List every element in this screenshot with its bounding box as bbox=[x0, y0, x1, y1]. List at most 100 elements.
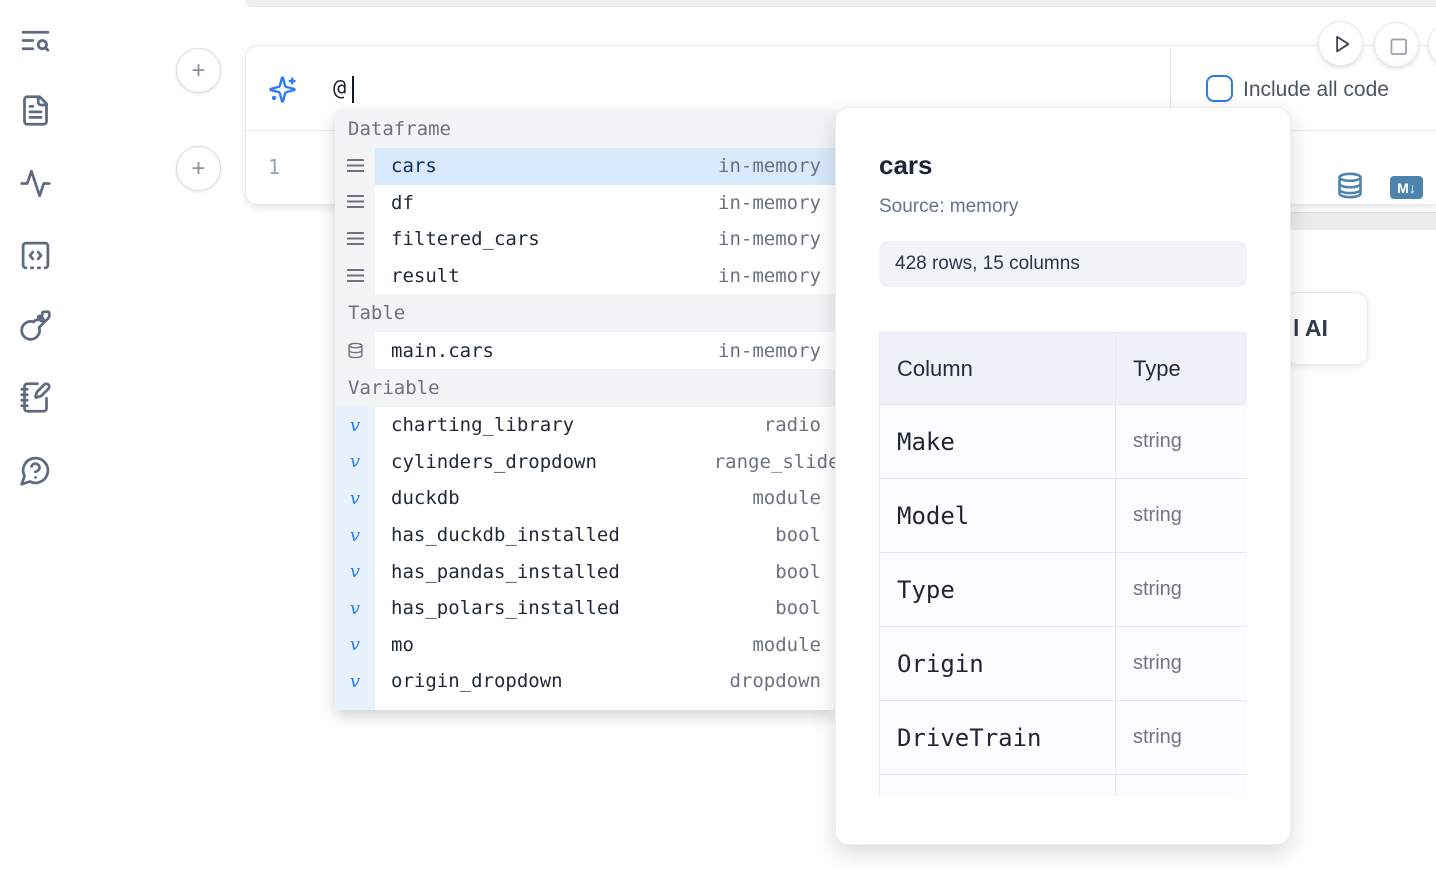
completion-name: main.cars bbox=[391, 340, 494, 362]
completion-item-has-pandas-installed[interactable]: v has_pandas_installed bool bbox=[335, 553, 835, 590]
variable-icon: v bbox=[335, 517, 375, 554]
completion-type: in-memory bbox=[718, 340, 821, 362]
column-type: string bbox=[1116, 405, 1248, 479]
completion-name: cylinders_dropdown bbox=[391, 451, 597, 473]
completion-type: bool bbox=[775, 524, 821, 546]
completion-item-has-duckdb-installed[interactable]: v has_duckdb_installed bool bbox=[335, 517, 835, 554]
completion-type: in-memory bbox=[718, 192, 821, 214]
schema-row: Model string bbox=[880, 479, 1248, 553]
column-type: string bbox=[1116, 701, 1248, 775]
column-name: Origin bbox=[880, 627, 1116, 701]
completion-name: has_pandas_installed bbox=[391, 561, 620, 583]
completion-item-main-cars[interactable]: main.cars in-memory bbox=[335, 332, 835, 369]
completion-type: in-memory bbox=[718, 265, 821, 287]
text-search-icon[interactable] bbox=[19, 24, 52, 57]
completion-type: bool bbox=[775, 561, 821, 583]
column-type: string bbox=[1116, 627, 1248, 701]
completion-name: pd bbox=[391, 707, 414, 710]
completion-item-cylinders-dropdown[interactable]: v cylinders_dropdown range_slider bbox=[335, 444, 835, 481]
file-text-icon[interactable] bbox=[19, 94, 52, 127]
completion-item-has-polars-installed[interactable]: v has_polars_installed bool bbox=[335, 590, 835, 627]
section-header-variable: Variable bbox=[335, 369, 835, 407]
variable-icon: v bbox=[335, 700, 375, 710]
cell-output-strip bbox=[1291, 212, 1436, 230]
run-cell-button[interactable] bbox=[1318, 21, 1363, 66]
dataframe-rows-icon bbox=[335, 258, 375, 295]
completion-item-df[interactable]: df in-memory bbox=[335, 185, 835, 222]
completion-item-filtered-cars[interactable]: filtered_cars in-memory bbox=[335, 221, 835, 258]
schema-row: Make string bbox=[880, 405, 1248, 479]
snippets-code-icon[interactable] bbox=[19, 239, 52, 272]
completion-item-pd[interactable]: v pd module bbox=[335, 700, 835, 710]
add-cell-above-button[interactable]: + bbox=[176, 48, 221, 93]
dataframe-rows-icon bbox=[335, 185, 375, 222]
variable-icon: v bbox=[335, 663, 375, 700]
variable-icon: v bbox=[335, 407, 375, 444]
completion-type: module bbox=[752, 634, 821, 656]
variable-icon: v bbox=[335, 627, 375, 664]
stop-button[interactable] bbox=[1374, 22, 1419, 67]
column-name: Model bbox=[880, 479, 1116, 553]
dataframe-preview-panel: cars Source: memory 428 rows, 15 columns… bbox=[835, 107, 1291, 845]
generate-with-ai-button[interactable]: l AI bbox=[1286, 292, 1368, 365]
column-type: string bbox=[1116, 553, 1248, 627]
completion-name: charting_library bbox=[391, 414, 574, 436]
add-cell-below-button[interactable]: + bbox=[176, 146, 221, 191]
schema-table: Column Type Make string Model string Typ… bbox=[879, 332, 1247, 796]
completion-name: cars bbox=[391, 155, 437, 177]
variable-icon: v bbox=[335, 553, 375, 590]
previous-cell-edge bbox=[245, 0, 1436, 7]
ai-prompt-input[interactable]: @ bbox=[333, 76, 346, 101]
completion-item-duckdb[interactable]: v duckdb module bbox=[335, 480, 835, 517]
type-header: Type bbox=[1116, 333, 1248, 405]
schema-row: Type string bbox=[880, 553, 1248, 627]
line-number: 1 bbox=[268, 155, 280, 179]
database-icon bbox=[335, 332, 375, 369]
preview-source: Source: memory bbox=[879, 196, 1247, 218]
include-all-code-checkbox[interactable] bbox=[1206, 75, 1233, 102]
schema-table-wrap: Column Type Make string Model string Typ… bbox=[879, 332, 1247, 796]
completion-item-origin-dropdown[interactable]: v origin_dropdown dropdown bbox=[335, 663, 835, 700]
completion-type: module bbox=[752, 707, 821, 710]
section-header-dataframe: Dataframe bbox=[335, 110, 835, 148]
generate-with-ai-label: l AI bbox=[1287, 315, 1328, 342]
completion-name: filtered_cars bbox=[391, 228, 540, 250]
activity-icon[interactable] bbox=[19, 167, 52, 200]
markdown-convert-button[interactable]: M↓ bbox=[1390, 176, 1423, 199]
completion-item-mo[interactable]: v mo module bbox=[335, 627, 835, 664]
completion-name: mo bbox=[391, 634, 414, 656]
completion-type: in-memory bbox=[718, 228, 821, 250]
completion-name: has_duckdb_installed bbox=[391, 524, 620, 546]
completion-name: result bbox=[391, 265, 460, 287]
completion-type: range_slider bbox=[714, 451, 835, 473]
schema-header-row: Column Type bbox=[880, 333, 1248, 405]
completion-type: dropdown bbox=[729, 670, 821, 692]
play-icon bbox=[1327, 30, 1354, 57]
autocomplete-popup: Dataframe cars in-memory df in-memory fi… bbox=[335, 110, 835, 710]
preview-title: cars bbox=[879, 150, 1247, 181]
completion-name: has_polars_installed bbox=[391, 597, 620, 619]
section-header-table: Table bbox=[335, 294, 835, 332]
variable-icon: v bbox=[335, 444, 375, 481]
completion-item-result[interactable]: result in-memory bbox=[335, 258, 835, 295]
schema-row: Origin string bbox=[880, 627, 1248, 701]
column-name: DriveTrain bbox=[880, 701, 1116, 775]
completion-name: origin_dropdown bbox=[391, 670, 563, 692]
completion-item-charting-library[interactable]: v charting_library radio bbox=[335, 407, 835, 444]
schema-row: DriveTrain string bbox=[880, 701, 1248, 775]
key-icon[interactable] bbox=[19, 309, 52, 342]
completion-type: in-memory bbox=[718, 155, 821, 177]
dataframe-rows-icon bbox=[335, 221, 375, 258]
include-all-code-label: Include all code bbox=[1243, 78, 1389, 102]
database-button[interactable] bbox=[1336, 171, 1364, 200]
help-chat-icon[interactable] bbox=[19, 454, 52, 487]
completion-item-cars[interactable]: cars in-memory bbox=[335, 148, 835, 185]
completion-name: df bbox=[391, 192, 414, 214]
dataframe-rows-icon bbox=[335, 148, 375, 185]
completion-type: radio bbox=[764, 414, 821, 436]
stop-icon bbox=[1383, 31, 1410, 58]
completion-name: duckdb bbox=[391, 487, 460, 509]
notebook-pen-icon[interactable] bbox=[19, 381, 52, 414]
column-type: string bbox=[1116, 479, 1248, 553]
variable-icon: v bbox=[335, 480, 375, 517]
